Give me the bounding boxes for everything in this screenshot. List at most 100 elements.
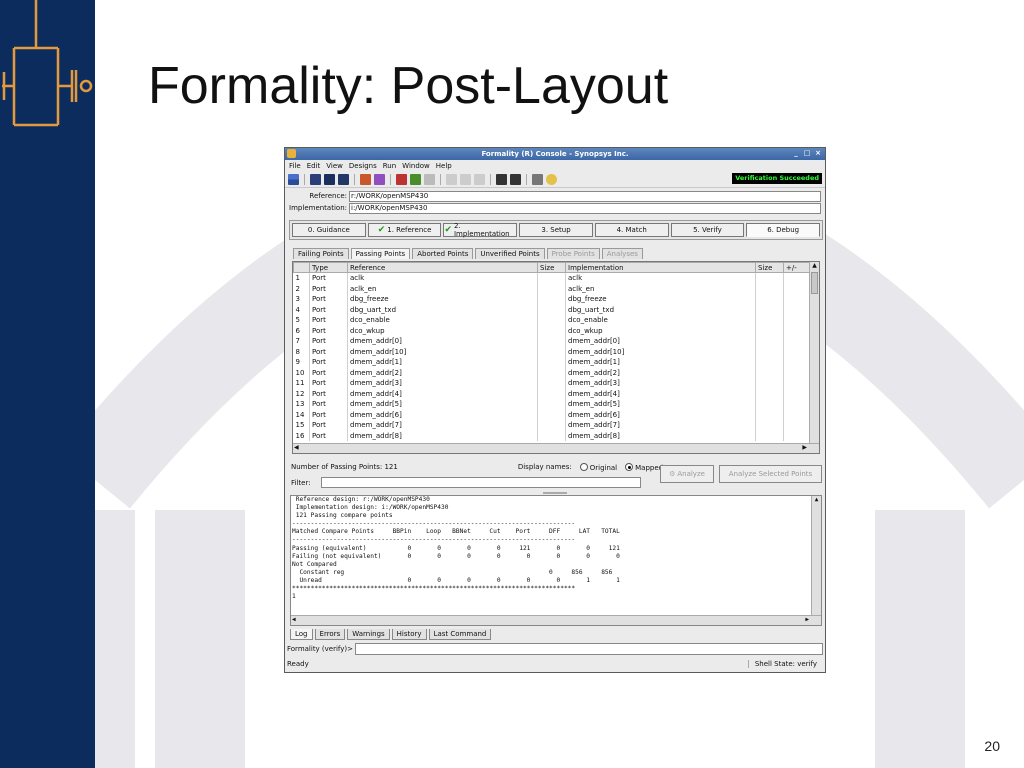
table-row[interactable]: 16 Port dmem_addr[8] dmem_addr[8] [293, 430, 812, 441]
log-horizontal-scrollbar[interactable]: ◀ ▶ [291, 615, 821, 625]
tab-unverified-points[interactable]: Unverified Points [475, 248, 545, 259]
set-implementation-icon[interactable] [374, 173, 385, 185]
stop-icon[interactable] [532, 173, 543, 185]
find-icon[interactable] [496, 173, 507, 185]
scroll-left-icon[interactable]: ◀ [292, 616, 296, 624]
close-icon[interactable]: × [814, 149, 822, 157]
scroll-right-icon[interactable]: ▶ [805, 616, 809, 624]
scroll-up-icon[interactable]: ▲ [812, 496, 821, 504]
column-header[interactable]: Size [755, 262, 784, 273]
scroll-up-icon[interactable]: ▲ [810, 262, 819, 270]
table-cell [537, 388, 566, 399]
table-cell: dbg_uart_txd [565, 304, 756, 315]
table-row[interactable]: 10 Port dmem_addr[2] dmem_addr[2] [293, 367, 812, 378]
column-header[interactable]: Size [537, 262, 566, 273]
table-row[interactable]: 8 Port dmem_addr[10] dmem_addr[10] [293, 346, 812, 357]
tab-analyses[interactable]: Analyses [601, 248, 643, 259]
list-icon[interactable] [510, 173, 521, 185]
compare-icon[interactable] [446, 173, 457, 185]
library-icon[interactable] [310, 173, 321, 185]
match-icon[interactable] [396, 173, 407, 185]
step-match[interactable]: 4. Match [594, 223, 669, 237]
verify-icon[interactable] [410, 173, 421, 185]
tip-bulb-icon[interactable] [546, 173, 557, 185]
set-reference-icon[interactable] [360, 173, 371, 185]
table-row[interactable]: 11 Port dmem_addr[3] dmem_addr[3] [293, 378, 812, 389]
column-header[interactable]: Reference [347, 262, 538, 273]
menu-view[interactable]: View [326, 162, 343, 170]
table-row[interactable]: 5 Port dco_enable dco_enable [293, 315, 812, 326]
table-row[interactable]: 13 Port dmem_addr[5] dmem_addr[5] [293, 399, 812, 410]
analyze-button[interactable]: ⚙ Analyze [660, 465, 714, 483]
tab-probe-points[interactable]: Probe Points [546, 248, 600, 259]
command-input[interactable] [355, 643, 823, 655]
step-debug[interactable]: 6. Debug [746, 223, 821, 237]
minimize-icon[interactable]: _ [792, 149, 800, 157]
table-row[interactable]: 1 Port aclk aclk [293, 272, 812, 284]
table-cell: dbg_freeze [347, 294, 538, 305]
column-header[interactable] [293, 262, 310, 273]
menu-edit[interactable]: Edit [307, 162, 321, 170]
splitter-handle[interactable] [543, 492, 567, 494]
debug-icon[interactable] [424, 173, 435, 185]
tab-history[interactable]: History [391, 629, 427, 640]
menu-designs[interactable]: Designs [349, 162, 377, 170]
menu-help[interactable]: Help [436, 162, 452, 170]
analyze-selected-points-button[interactable]: Analyze Selected Points [719, 465, 822, 483]
step-setup[interactable]: 3. Setup [519, 223, 593, 237]
tab-last-command[interactable]: Last Command [428, 629, 492, 640]
maximize-icon[interactable]: □ [803, 149, 811, 157]
schematic-icon[interactable] [288, 173, 299, 185]
print-icon[interactable] [474, 173, 485, 185]
table-cell [537, 325, 566, 336]
table-cell [755, 272, 784, 284]
step-label: 2. Implementation [453, 222, 510, 238]
table-icon[interactable] [460, 173, 471, 185]
reference-field[interactable]: r:/WORK/openMSP430 [349, 190, 821, 202]
table-row[interactable]: 12 Port dmem_addr[4] dmem_addr[4] [293, 388, 812, 399]
tab-failing-points[interactable]: Failing Points [293, 248, 349, 259]
implementation-field[interactable]: i:/WORK/openMSP430 [349, 202, 821, 214]
step-implementation[interactable]: ✔ 2. Implementation [443, 222, 518, 238]
window-titlebar[interactable]: Formality (R) Console - Synopsys Inc. _ … [285, 148, 825, 160]
menu-file[interactable]: File [289, 162, 301, 170]
page-number: 20 [984, 738, 1000, 754]
menu-run[interactable]: Run [383, 162, 396, 170]
tab-log[interactable]: Log [290, 629, 313, 640]
column-header[interactable]: +/- [783, 262, 812, 273]
scroll-thumb[interactable] [811, 272, 818, 294]
step-verify[interactable]: 5. Verify [670, 223, 745, 237]
table-row[interactable]: 7 Port dmem_addr[0] dmem_addr[0] [293, 336, 812, 347]
tab-aborted-points[interactable]: Aborted Points [412, 248, 474, 259]
table-row[interactable]: 2 Port aclk_en aclk_en [293, 283, 812, 294]
scroll-right-icon[interactable]: ▶ [802, 444, 807, 452]
option-original[interactable]: Original [578, 462, 617, 472]
column-header[interactable]: Type [309, 262, 348, 273]
tab-warnings[interactable]: Warnings [347, 629, 390, 640]
scroll-left-icon[interactable]: ◀ [294, 444, 299, 452]
option-mapped[interactable]: Mapped [623, 462, 663, 472]
filter-input[interactable] [320, 477, 641, 488]
step-guidance[interactable]: 0. Guidance [292, 223, 366, 237]
filter-row: Filter: [291, 477, 641, 488]
step-label: 3. Setup [541, 226, 571, 234]
table-row[interactable]: 6 Port dco_wkup dco_wkup [293, 325, 812, 336]
column-header[interactable]: Implementation [565, 262, 756, 273]
table-row[interactable]: 3 Port dbg_freeze dbg_freeze [293, 294, 812, 305]
table-cell: Port [309, 272, 348, 284]
table-row[interactable]: 15 Port dmem_addr[7] dmem_addr[7] [293, 420, 812, 431]
tab-errors[interactable]: Errors [314, 629, 346, 640]
table-row[interactable]: 9 Port dmem_addr[1] dmem_addr[1] [293, 357, 812, 368]
log-vertical-scrollbar[interactable]: ▲ [811, 496, 821, 617]
table-cell [755, 430, 784, 441]
table-row[interactable]: 14 Port dmem_addr[6] dmem_addr[6] [293, 409, 812, 420]
link-icon[interactable] [338, 173, 349, 185]
table-horizontal-scrollbar[interactable]: ◀ ▶ [293, 443, 819, 453]
menu-window[interactable]: Window [402, 162, 430, 170]
read-design-icon[interactable] [324, 173, 335, 185]
step-reference[interactable]: ✔ 1. Reference [367, 223, 442, 237]
table-row[interactable]: 4 Port dbg_uart_txd dbg_uart_txd [293, 304, 812, 315]
table-vertical-scrollbar[interactable]: ▲ [809, 262, 819, 445]
tab-passing-points[interactable]: Passing Points [350, 248, 411, 259]
reference-label: Reference: [309, 192, 347, 200]
